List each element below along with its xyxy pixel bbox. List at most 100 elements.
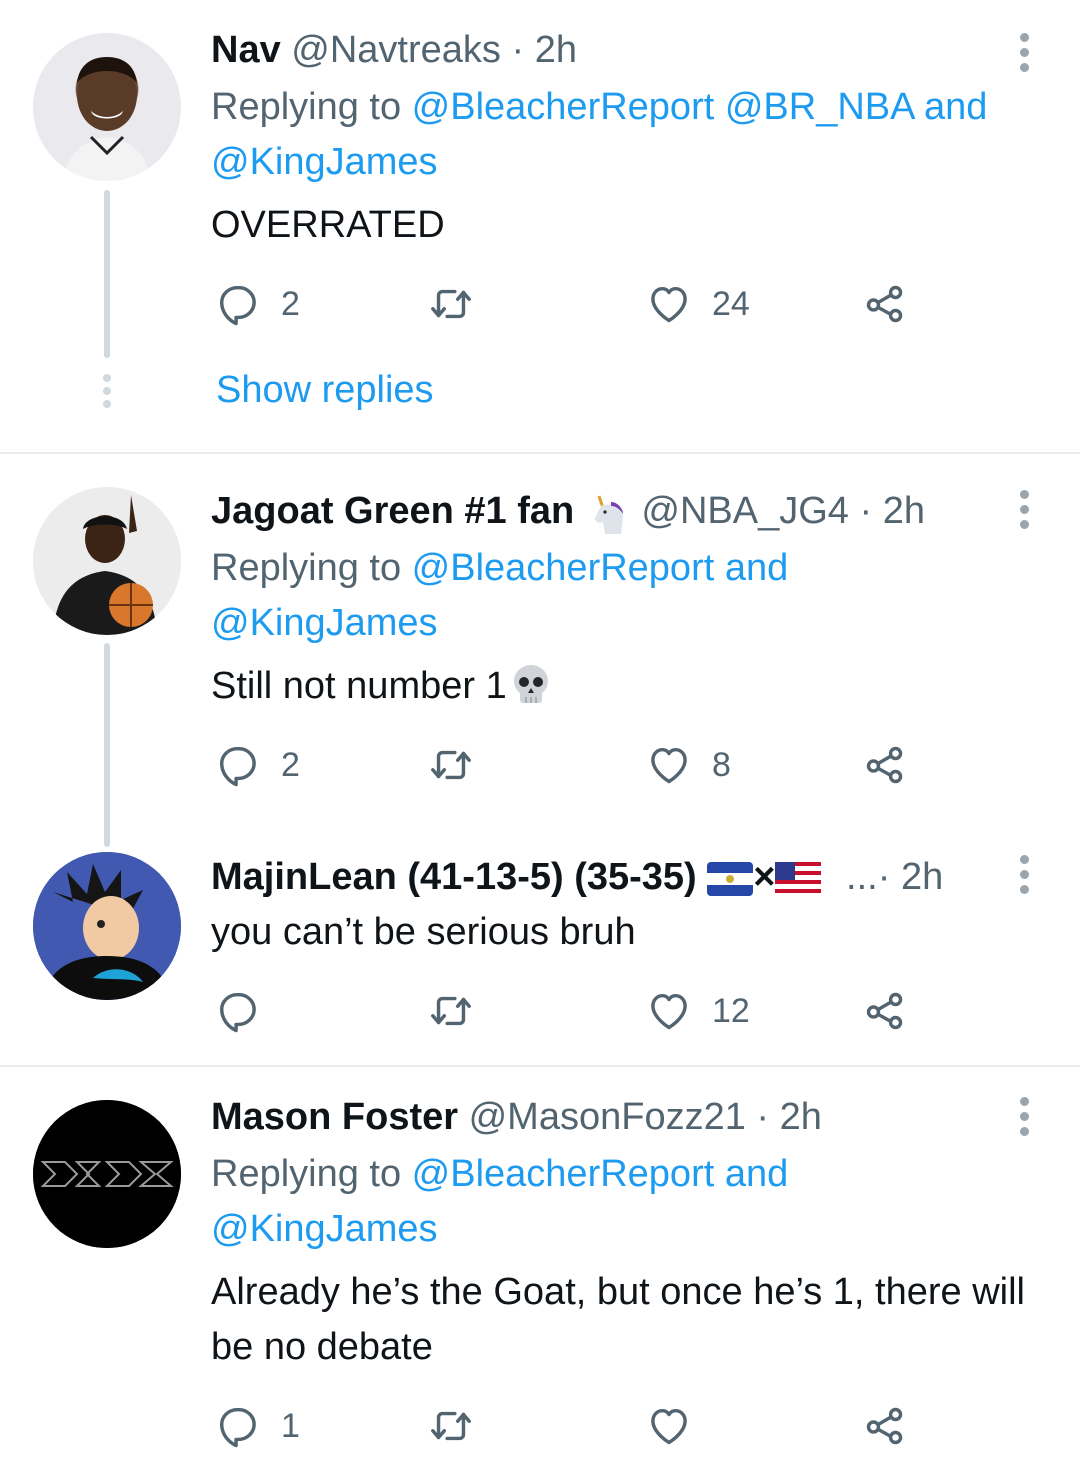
like-button[interactable] <box>646 1403 692 1449</box>
display-name[interactable]: Nav <box>211 29 281 71</box>
retweet-icon <box>428 1403 474 1449</box>
separator-dot: · <box>511 29 525 71</box>
retweet-icon <box>428 988 474 1034</box>
replying-to: Replying to @BleacherReport and @KingJam… <box>211 541 1041 651</box>
replying-to: Replying to @BleacherReport and @KingJam… <box>211 1147 1041 1257</box>
heart-icon <box>646 742 692 788</box>
separator-dot: · <box>859 490 873 532</box>
tweet-text: Already he’s the Goat, but once he’s 1, … <box>211 1271 1025 1368</box>
tweet-header: Jagoat Green #1 fan @NBA_JG4 · 2h <box>211 488 925 536</box>
handle[interactable]: @NBA_JG4 <box>641 490 849 532</box>
like-button[interactable]: 12 <box>646 988 750 1034</box>
like-button[interactable]: 24 <box>646 281 750 327</box>
like-button[interactable]: 8 <box>646 742 731 788</box>
mention-link[interactable]: @BR_NBA <box>725 86 914 128</box>
tweet-header: Mason Foster @MasonFozz21 · 2h <box>211 1094 822 1140</box>
avatar[interactable] <box>33 487 181 635</box>
avatar-image <box>33 1100 181 1248</box>
more-options-icon[interactable] <box>1014 490 1034 535</box>
avatar[interactable] <box>33 852 181 1000</box>
reply-button[interactable]: 2 <box>215 742 300 788</box>
reply-button[interactable]: 1 <box>215 1403 300 1449</box>
retweet-button[interactable] <box>428 1403 474 1449</box>
timestamp[interactable]: 2h <box>780 1096 822 1138</box>
reply-count: 2 <box>281 745 300 784</box>
thread-line <box>104 643 110 847</box>
el-salvador-flag-icon <box>707 861 754 896</box>
share-icon <box>862 988 908 1034</box>
mention-link[interactable]: @KingJames <box>211 602 438 644</box>
retweet-button[interactable] <box>428 742 474 788</box>
avatar-image <box>63 57 151 181</box>
share-button[interactable] <box>862 1403 908 1449</box>
share-button[interactable] <box>862 988 908 1034</box>
reply-button[interactable] <box>215 988 261 1034</box>
share-icon <box>862 742 908 788</box>
replying-prefix: Replying to <box>211 547 412 589</box>
separator-dot: · <box>756 1096 770 1138</box>
reply-count: 1 <box>281 1406 300 1445</box>
mention-link[interactable]: @KingJames <box>211 1208 438 1250</box>
like-count: 8 <box>712 745 731 784</box>
tweet-text: OVERRATED <box>211 204 445 246</box>
handle[interactable]: @Navtreaks <box>291 29 501 71</box>
retweet-icon <box>428 742 474 788</box>
replying-joiner[interactable]: and <box>725 547 788 589</box>
timestamp[interactable]: 2h <box>535 29 577 71</box>
reply-icon <box>215 281 261 327</box>
divider <box>0 452 1080 454</box>
share-icon <box>862 1403 908 1449</box>
like-count: 12 <box>712 991 750 1030</box>
share-icon <box>862 281 908 327</box>
replying-joiner[interactable]: and <box>924 86 987 128</box>
more-options-icon[interactable] <box>1014 33 1034 78</box>
mention-link[interactable]: @KingJames <box>211 141 438 183</box>
like-count: 24 <box>712 284 750 323</box>
divider <box>0 1065 1080 1067</box>
usa-flag-icon <box>775 861 822 896</box>
share-button[interactable] <box>862 742 908 788</box>
tweet-header: MajinLean (41-13-5) (35-35) × ...· 2h <box>211 854 943 900</box>
reply-count: 2 <box>281 284 300 323</box>
tweet-text: you can’t be serious bruh <box>211 911 636 953</box>
tweet-text: Still not number 1 <box>211 659 1041 714</box>
timestamp[interactable]: 2h <box>883 490 925 532</box>
display-name[interactable]: Mason Foster <box>211 1096 458 1138</box>
replying-to: Replying to @BleacherReport @BR_NBA and … <box>211 80 1041 190</box>
avatar-image <box>33 852 181 1000</box>
reply-icon <box>215 988 261 1034</box>
mention-link[interactable]: @BleacherReport <box>412 547 715 589</box>
avatar-image <box>33 487 181 635</box>
display-name[interactable]: Jagoat Green #1 fan <box>211 490 574 532</box>
avatar[interactable] <box>33 1100 181 1248</box>
retweet-button[interactable] <box>428 281 474 327</box>
share-button[interactable] <box>862 281 908 327</box>
tweet-header: Nav @Navtreaks · 2h <box>211 27 577 73</box>
more-options-icon[interactable] <box>1014 855 1034 900</box>
display-name[interactable]: MajinLean (41-13-5) (35-35) <box>211 856 697 898</box>
avatar[interactable] <box>33 33 181 181</box>
unicorn-icon <box>594 495 623 534</box>
skull-icon <box>513 664 548 703</box>
replying-prefix: Replying to <box>211 86 412 128</box>
flag-joiner: × <box>753 856 776 898</box>
replying-prefix: Replying to <box>211 1153 412 1195</box>
mention-link[interactable]: @BleacherReport <box>412 86 715 128</box>
handle-truncated[interactable]: ... <box>846 856 878 898</box>
handle[interactable]: @MasonFozz21 <box>469 1096 746 1138</box>
more-replies-dots <box>101 374 113 413</box>
thread-line <box>104 190 110 358</box>
retweet-button[interactable] <box>428 988 474 1034</box>
reply-icon <box>215 1403 261 1449</box>
reply-button[interactable]: 2 <box>215 281 300 327</box>
heart-icon <box>646 1403 692 1449</box>
show-replies-link[interactable]: Show replies <box>216 367 434 413</box>
timestamp[interactable]: 2h <box>901 856 943 898</box>
more-options-icon[interactable] <box>1014 1097 1034 1142</box>
heart-icon <box>646 988 692 1034</box>
tweet-text-body: Still not number 1 <box>211 665 507 707</box>
replying-joiner[interactable]: and <box>725 1153 788 1195</box>
heart-icon <box>646 281 692 327</box>
mention-link[interactable]: @BleacherReport <box>412 1153 715 1195</box>
separator-dot: · <box>877 856 891 898</box>
